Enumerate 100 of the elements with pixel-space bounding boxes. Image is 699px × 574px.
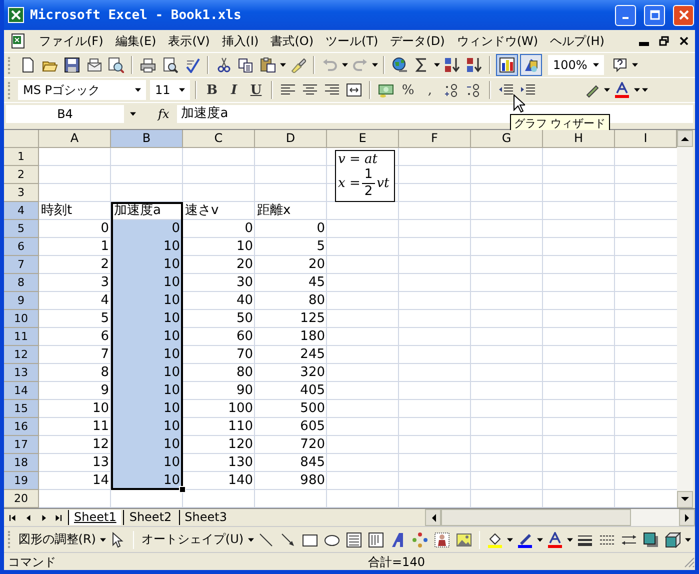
dropdown-arrow-icon[interactable] (342, 63, 348, 67)
column-header[interactable]: I (615, 130, 677, 148)
row-header[interactable]: 17 (4, 436, 39, 454)
document-search-icon[interactable] (108, 57, 124, 73)
row-header[interactable]: 15 (4, 400, 39, 418)
name-box[interactable]: B4 (6, 105, 124, 123)
close-button[interactable] (673, 4, 694, 26)
menu-item[interactable]: 挿入(I) (216, 30, 264, 52)
restore-icon[interactable] (659, 36, 669, 46)
decrease-decimal-icon[interactable] (466, 82, 482, 98)
scrollbar-thumb[interactable] (441, 509, 631, 526)
font-style-button[interactable]: B (202, 80, 222, 100)
globe-icon[interactable] (392, 57, 408, 73)
paste-icon[interactable] (260, 57, 276, 73)
row-header[interactable]: 18 (4, 454, 39, 472)
row-header[interactable]: 12 (4, 346, 39, 364)
currency-icon[interactable] (378, 82, 394, 98)
font-style-button[interactable]: I (224, 80, 244, 100)
row-header[interactable]: 8 (4, 274, 39, 292)
menu-item[interactable]: ウィンドウ(W) (452, 30, 544, 52)
copy-icon[interactable] (238, 57, 254, 73)
menu-item[interactable]: ツール(T) (320, 30, 384, 52)
workbook-icon[interactable] (10, 33, 26, 49)
line-icon[interactable] (258, 532, 274, 548)
row-header[interactable]: 14 (4, 382, 39, 400)
fill-handle[interactable] (179, 486, 186, 493)
dropdown-arrow-icon[interactable] (632, 63, 638, 67)
dropdown-arrow-icon[interactable] (434, 63, 440, 67)
shadow-icon[interactable] (642, 532, 659, 548)
dropdown-arrow-icon[interactable] (130, 112, 136, 116)
scroll-left-button[interactable] (425, 509, 441, 526)
row-header[interactable]: 16 (4, 418, 39, 436)
dropdown-arrow-icon[interactable] (506, 538, 513, 542)
brush-icon[interactable] (290, 57, 306, 73)
maximize-button[interactable] (644, 4, 665, 26)
row-header[interactable]: 6 (4, 238, 39, 256)
row-header[interactable]: 13 (4, 364, 39, 382)
menu-item[interactable]: ファイル(F) (34, 30, 108, 52)
sort-descending-icon[interactable] (466, 57, 482, 73)
menu-item[interactable]: データ(D) (385, 30, 450, 52)
clipart-icon[interactable] (434, 532, 450, 548)
cube-icon[interactable] (664, 532, 681, 548)
merge-cells-icon[interactable] (346, 82, 362, 98)
save-icon[interactable] (64, 57, 80, 73)
sort-ascending-icon[interactable] (444, 57, 460, 73)
menu-item[interactable]: 編集(E) (110, 30, 162, 52)
draw-menu-button[interactable]: 図形の調整(R) (16, 531, 98, 548)
close-icon[interactable] (679, 36, 689, 46)
print-icon[interactable] (140, 57, 156, 73)
dropdown-arrow-icon[interactable] (604, 88, 610, 92)
row-header[interactable]: 10 (4, 310, 39, 328)
column-header[interactable]: F (399, 130, 471, 148)
row-header[interactable]: 1 (4, 148, 39, 166)
zoom-dropdown[interactable]: 100% (548, 55, 604, 75)
menu-item[interactable]: ヘルプ(H) (545, 30, 610, 52)
pointer-icon[interactable] (110, 532, 126, 548)
drawing-button[interactable] (520, 54, 542, 76)
menu-item[interactable]: 表示(V) (163, 30, 215, 52)
help-icon[interactable] (612, 57, 628, 73)
sheet-tab[interactable]: Sheet1 (68, 510, 122, 525)
autoshapes-menu-button[interactable]: オートシェイプ(U) (139, 531, 246, 548)
row-header[interactable]: 19 (4, 472, 39, 490)
line-color-icon[interactable] (516, 532, 533, 548)
horizontal-scrollbar[interactable] (425, 509, 695, 526)
font-style-button[interactable]: U (246, 80, 266, 100)
column-header[interactable]: E (327, 130, 399, 148)
row-header[interactable]: 9 (4, 292, 39, 310)
scroll-down-button[interactable] (677, 491, 693, 508)
scissors-icon[interactable] (216, 57, 232, 73)
vertical-text-box-icon[interactable] (368, 532, 384, 548)
column-header[interactable]: A (39, 130, 111, 148)
text-box-icon[interactable] (346, 532, 362, 548)
insert-function-button[interactable]: fx (158, 107, 170, 121)
row-header[interactable]: 11 (4, 328, 39, 346)
fill-color-icon[interactable] (486, 532, 503, 548)
column-header[interactable]: H (543, 130, 615, 148)
row-header[interactable]: 2 (4, 166, 39, 184)
dropdown-arrow-icon[interactable] (566, 538, 573, 542)
row-header[interactable]: 5 (4, 220, 39, 238)
row-header[interactable]: 7 (4, 256, 39, 274)
diagram-icon[interactable] (412, 532, 428, 548)
font-dropdown[interactable]: MS Pゴシック (18, 80, 146, 100)
percent-button[interactable]: % (398, 80, 418, 100)
dropdown-arrow-icon[interactable] (248, 538, 254, 542)
resize-grip-icon[interactable] (683, 556, 695, 568)
arrow-icon[interactable] (280, 532, 296, 548)
chart-wizard-button[interactable] (496, 54, 518, 76)
scroll-right-button[interactable] (679, 509, 695, 526)
comma-button[interactable]: , (420, 80, 440, 100)
wordart-icon[interactable] (390, 532, 406, 548)
row-header[interactable]: 20 (4, 490, 39, 508)
sheet-tab[interactable]: Sheet2 (123, 510, 177, 525)
increase-decimal-icon[interactable] (444, 82, 460, 98)
new-document-icon[interactable] (20, 57, 36, 73)
dropdown-arrow-icon[interactable] (100, 538, 106, 542)
sheet-tab[interactable]: Sheet3 (178, 510, 232, 525)
picture-icon[interactable] (456, 532, 472, 548)
dropdown-arrow-icon[interactable] (684, 538, 691, 542)
dropdown-arrow-icon[interactable] (280, 63, 286, 67)
scroll-up-button[interactable] (677, 130, 693, 147)
